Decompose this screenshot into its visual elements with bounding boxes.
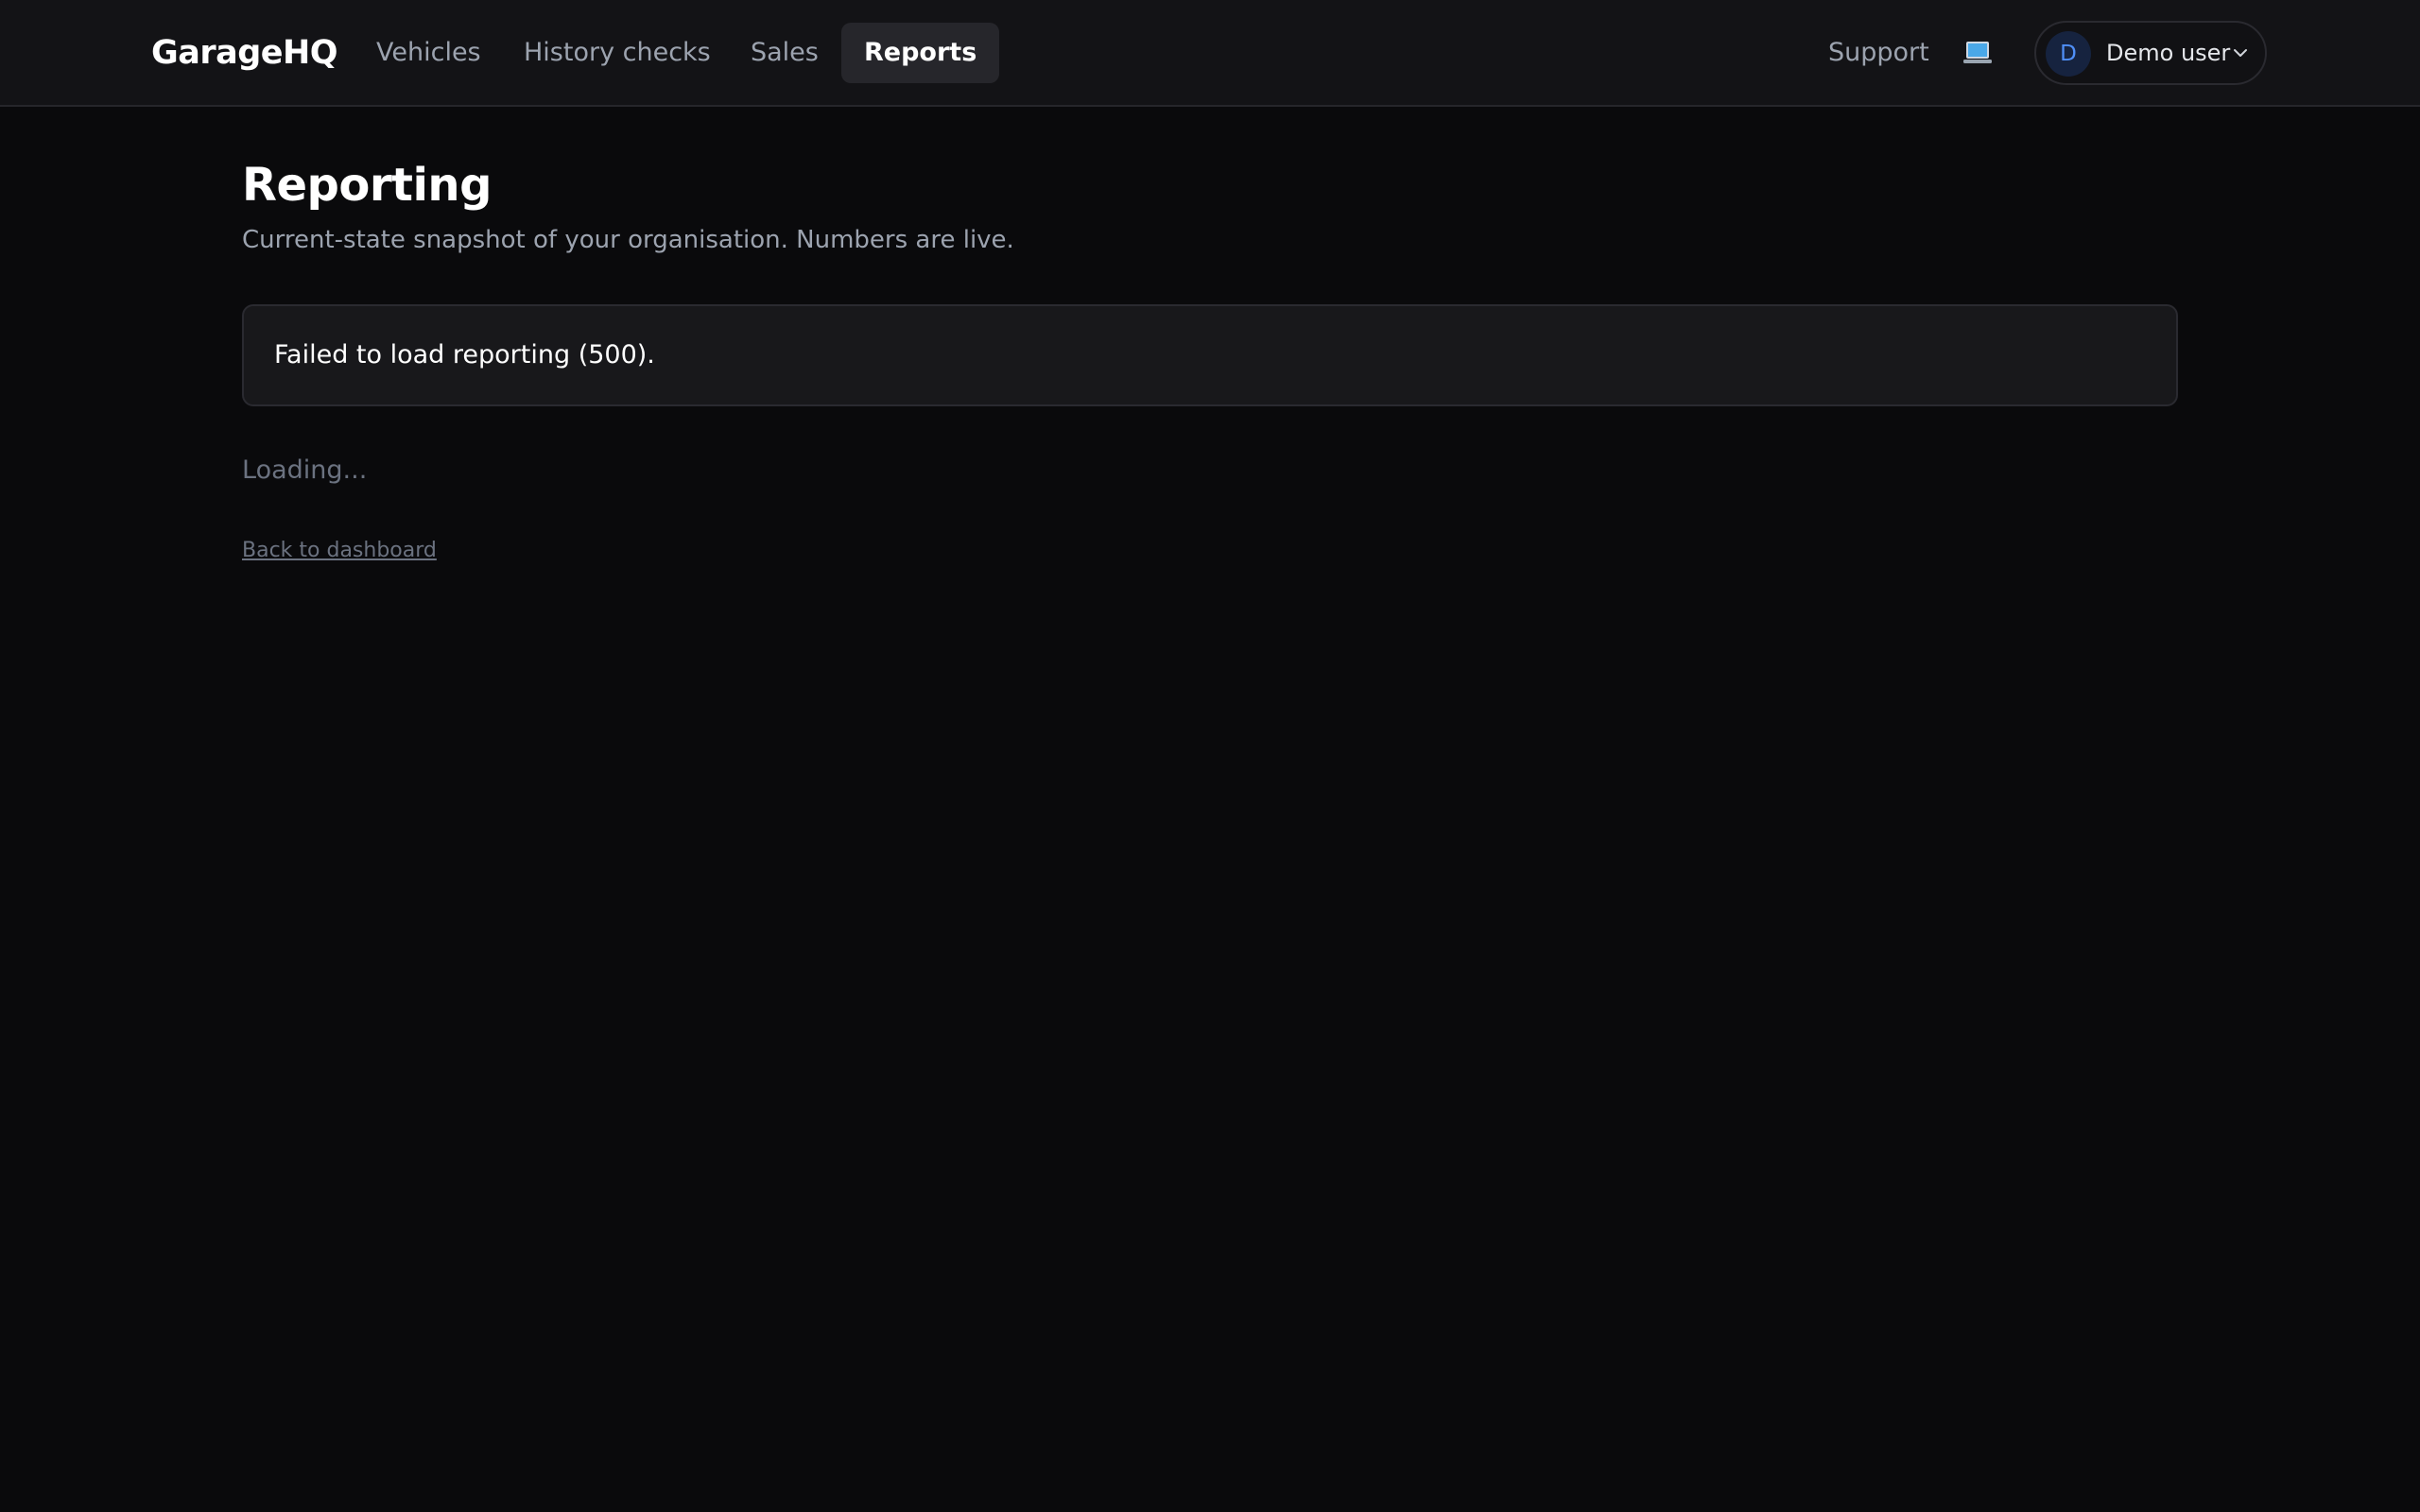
avatar: D — [2046, 31, 2091, 77]
nav-tab-vehicles[interactable]: Vehicles — [354, 23, 504, 83]
top-navigation-bar: GarageHQ Vehicles History checks Sales R… — [0, 0, 2420, 107]
user-menu-button[interactable]: D Demo user — [2034, 21, 2267, 85]
chevron-down-icon — [2234, 49, 2247, 57]
nav-tab-sales[interactable]: Sales — [728, 23, 841, 83]
error-message: Failed to load reporting (500). — [274, 340, 655, 369]
laptop-icon — [1963, 42, 1992, 63]
loading-indicator: Loading... — [242, 455, 368, 485]
error-banner: Failed to load reporting (500). — [242, 304, 2178, 406]
user-name: Demo user — [2106, 40, 2231, 66]
nav-tab-reports[interactable]: Reports — [841, 23, 1000, 83]
brand-logo[interactable]: GarageHQ — [151, 30, 338, 76]
nav-tab-history-checks[interactable]: History checks — [501, 23, 734, 83]
support-link[interactable]: Support — [1828, 23, 1929, 83]
page-title: Reporting — [242, 159, 492, 212]
page-subtitle: Current-state snapshot of your organisat… — [242, 226, 1014, 254]
back-to-dashboard-link[interactable]: Back to dashboard — [242, 536, 437, 566]
theme-toggle-button[interactable] — [1962, 34, 1993, 72]
